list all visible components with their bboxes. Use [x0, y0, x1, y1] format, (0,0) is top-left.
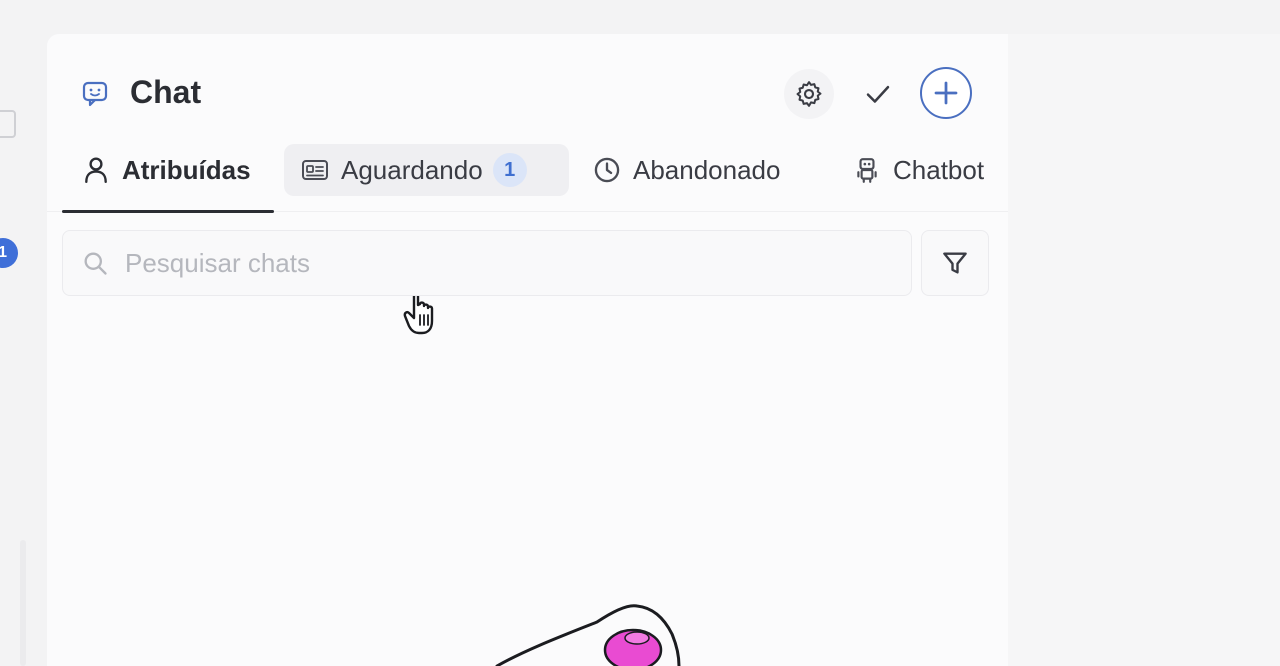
- tab-atribuidas[interactable]: Atribuídas: [82, 144, 251, 196]
- gear-icon: [796, 81, 822, 107]
- tab-label: Aguardando: [341, 154, 483, 185]
- tab-label: Chatbot: [893, 154, 985, 185]
- clock-icon: [593, 156, 621, 184]
- page: 1 Chat Atribuídas Aguardando 1 Abandonad…: [0, 0, 1280, 666]
- tab-label: Abandonado: [633, 154, 781, 185]
- search-icon: [84, 252, 107, 275]
- id-card-icon: [301, 156, 329, 184]
- filter-button[interactable]: [921, 230, 989, 296]
- chat-tabs: Atribuídas Aguardando 1 Abandonado Chatb…: [47, 142, 1008, 335]
- settings-button[interactable]: [784, 69, 834, 119]
- rail-item-icon[interactable]: [0, 110, 16, 138]
- conversation-pane: [1008, 34, 1280, 666]
- search-input[interactable]: [125, 247, 911, 279]
- waiting-count-badge: 1: [492, 153, 527, 187]
- rail-scrollbar[interactable]: [20, 540, 26, 666]
- resolve-button[interactable]: [853, 69, 903, 119]
- chat-list-panel: Chat Atribuídas Aguardando 1 Abandonado …: [47, 34, 1008, 666]
- page-title: Chat: [130, 74, 202, 110]
- tab-chatbot[interactable]: Chatbot: [853, 144, 984, 196]
- check-icon: [866, 85, 890, 103]
- panel-header: Chat: [47, 34, 1008, 134]
- tab-aguardando[interactable]: Aguardando 1: [284, 144, 569, 196]
- rail-unread-badge: 1: [0, 238, 18, 268]
- search-bar[interactable]: [62, 230, 912, 296]
- plus-icon: [934, 81, 958, 105]
- tab-abandonado[interactable]: Abandonado: [593, 144, 780, 196]
- active-tab-indicator: [62, 210, 274, 213]
- filter-icon: [943, 252, 967, 274]
- robot-icon: [853, 156, 881, 184]
- chat-bubble-icon: [82, 81, 108, 107]
- empty-state-illustration: [495, 604, 681, 666]
- user-icon: [82, 156, 110, 184]
- new-chat-button[interactable]: [920, 67, 972, 119]
- tab-label: Atribuídas: [122, 154, 251, 185]
- left-rail: 1: [0, 0, 46, 666]
